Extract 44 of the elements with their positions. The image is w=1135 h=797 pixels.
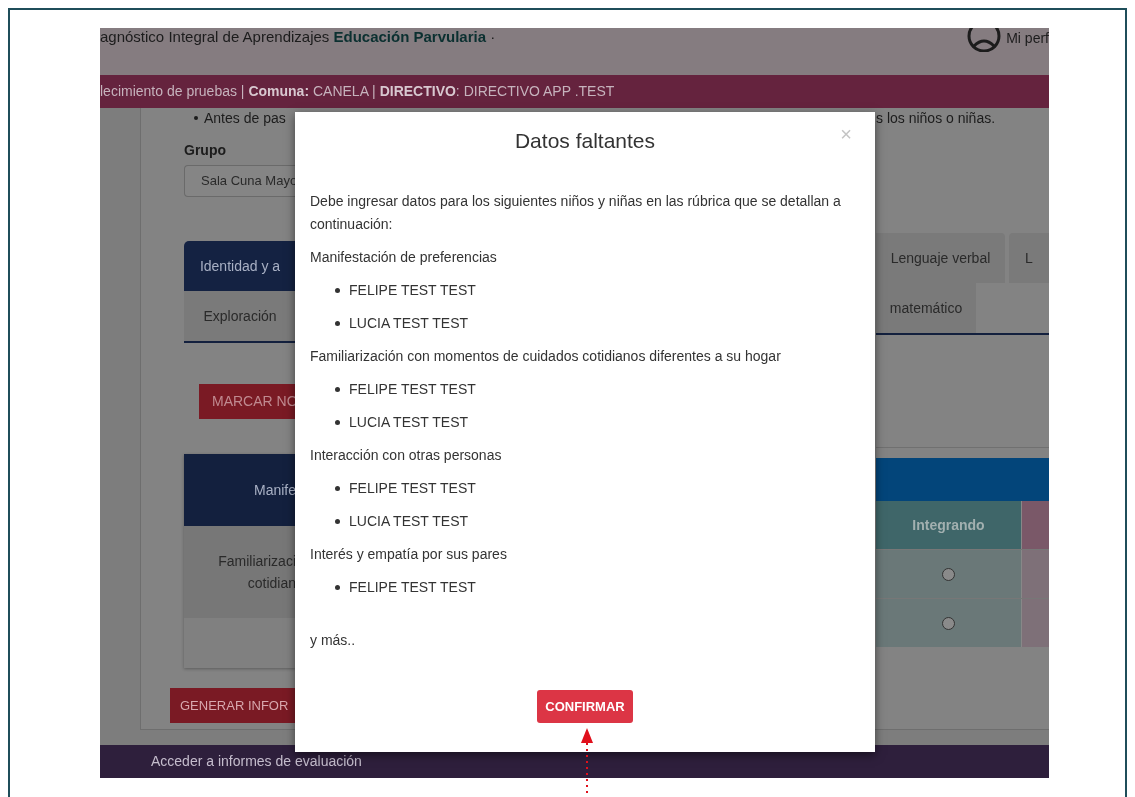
confirm-button[interactable]: CONFIRMAR [537, 690, 633, 723]
bullet [335, 486, 340, 491]
bullet [335, 288, 340, 293]
tab[interactable]: Lenguaje verbal [876, 233, 1005, 283]
student-name: FELIPE TEST TEST [349, 281, 476, 300]
rubric-title: Manifestación de preferencias [310, 248, 498, 267]
bullet [335, 321, 340, 326]
bullet [194, 116, 198, 120]
rubric-title: Familiarización con momentos de cuidados cotidianos diferentes a su hogar [310, 347, 782, 366]
info-text: lecimiento de pruebas | Comuna: CANELA | DIRECTIVO: DIRECTIVO APP .TEST [100, 82, 615, 101]
student-name: LUCIA TEST TEST [349, 314, 469, 333]
student-name: FELIPE TEST TEST [349, 380, 476, 399]
notice-text: Antes de pas [204, 111, 286, 125]
row-label: Familiarizaci [218, 552, 296, 571]
tab[interactable]: matemático [876, 283, 976, 333]
tab[interactable]: L [1009, 233, 1049, 283]
modal-message: Debe ingresar datos para los siguientes niños y niñas en las rúbrica que se detallan a continuación: [310, 192, 842, 234]
tab[interactable]: Exploración [184, 291, 296, 341]
row-label: cotidian [247, 574, 296, 593]
student-name: FELIPE TEST TEST [349, 578, 476, 597]
reports-link[interactable]: Acceder a informes de evaluación [151, 751, 362, 772]
radio-button[interactable] [942, 616, 955, 630]
page-title: agnóstico Integral de Aprendizajes Educación Parvularia · [100, 27, 496, 47]
user-icon[interactable] [966, 28, 1003, 52]
more-text: y más.. [310, 631, 357, 650]
radio-button[interactable] [942, 567, 955, 581]
column-heading: Integrando [876, 501, 1021, 549]
rubric-title: Interacción con otras personas [310, 446, 503, 465]
tab[interactable]: Identidad y a [184, 241, 296, 291]
notice-text: s los niños o niñas. [876, 110, 997, 126]
student-name: FELIPE TEST TEST [349, 479, 476, 498]
column-heading: Manife [254, 480, 297, 500]
student-name: LUCIA TEST TEST [349, 413, 469, 432]
bullet [335, 519, 340, 524]
bullet [335, 387, 340, 392]
group-label: Grupo [184, 141, 227, 160]
table-cell [1021, 501, 1049, 549]
modal-title: Datos faltantes [514, 127, 656, 154]
rubric-title: Interés y empatía por sus pares [310, 545, 508, 564]
profile-link[interactable]: Mi perf [1006, 28, 1049, 49]
bullet [335, 585, 340, 590]
bullet [335, 420, 340, 425]
report-button[interactable]: GENERAR INFOR [170, 688, 296, 723]
student-name: LUCIA TEST TEST [349, 512, 469, 531]
